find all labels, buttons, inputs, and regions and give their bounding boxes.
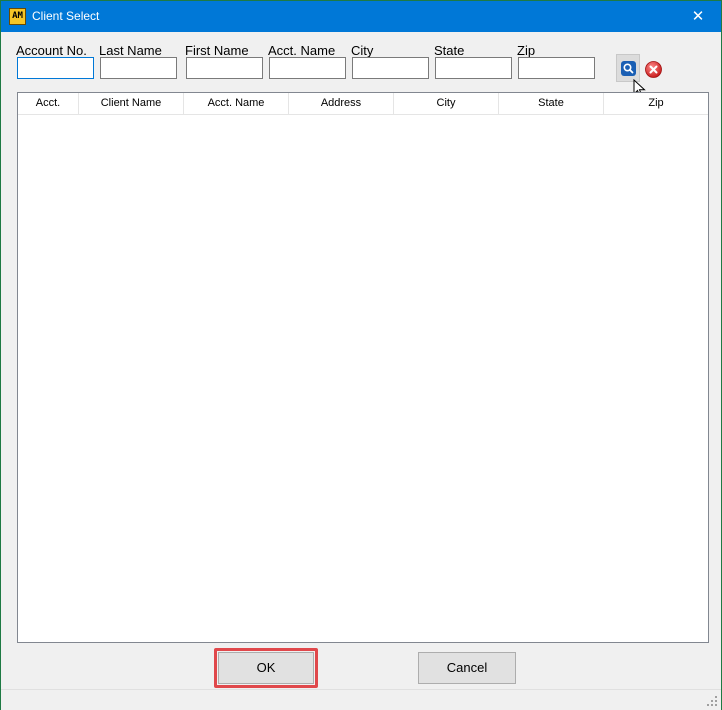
clear-filters-button[interactable] xyxy=(645,61,662,78)
column-header-client-name[interactable]: Client Name xyxy=(79,93,184,114)
last-name-label: Last Name xyxy=(99,43,162,58)
cancel-button[interactable]: Cancel xyxy=(418,652,516,684)
client-select-dialog: AM Client Select ✕ Account No. Last Name… xyxy=(0,0,722,710)
column-header-state[interactable]: State xyxy=(499,93,604,114)
app-icon: AM xyxy=(9,8,26,25)
acct-name-label: Acct. Name xyxy=(268,43,336,58)
resize-grip-icon[interactable] xyxy=(706,695,718,707)
city-input[interactable] xyxy=(352,57,429,79)
account-no-input[interactable] xyxy=(17,57,94,79)
first-name-input[interactable] xyxy=(186,57,263,79)
search-icon xyxy=(621,61,636,76)
results-grid[interactable]: Acct. Client Name Acct. Name Address Cit… xyxy=(17,92,709,643)
column-header-address[interactable]: Address xyxy=(289,93,394,114)
status-bar xyxy=(1,689,721,710)
window-title: Client Select xyxy=(32,9,100,23)
column-header-zip[interactable]: Zip xyxy=(604,93,708,114)
city-label: City xyxy=(351,43,374,58)
zip-label: Zip xyxy=(517,43,536,58)
first-name-label: First Name xyxy=(185,43,249,58)
close-button[interactable]: ✕ xyxy=(675,1,721,32)
last-name-input[interactable] xyxy=(100,57,177,79)
state-label: State xyxy=(434,43,465,58)
ok-button[interactable]: OK xyxy=(218,652,314,684)
account-no-label: Account No. xyxy=(16,43,87,58)
grid-header: Acct. Client Name Acct. Name Address Cit… xyxy=(18,93,708,115)
zip-input[interactable] xyxy=(518,57,595,79)
title-bar[interactable]: AM Client Select ✕ xyxy=(1,1,721,32)
column-header-acct[interactable]: Acct. xyxy=(18,93,79,114)
search-button[interactable] xyxy=(616,54,640,82)
acct-name-input[interactable] xyxy=(269,57,346,79)
state-input[interactable] xyxy=(435,57,512,79)
clear-icon xyxy=(645,61,662,78)
column-header-city[interactable]: City xyxy=(394,93,499,114)
column-header-acct-name[interactable]: Acct. Name xyxy=(184,93,289,114)
